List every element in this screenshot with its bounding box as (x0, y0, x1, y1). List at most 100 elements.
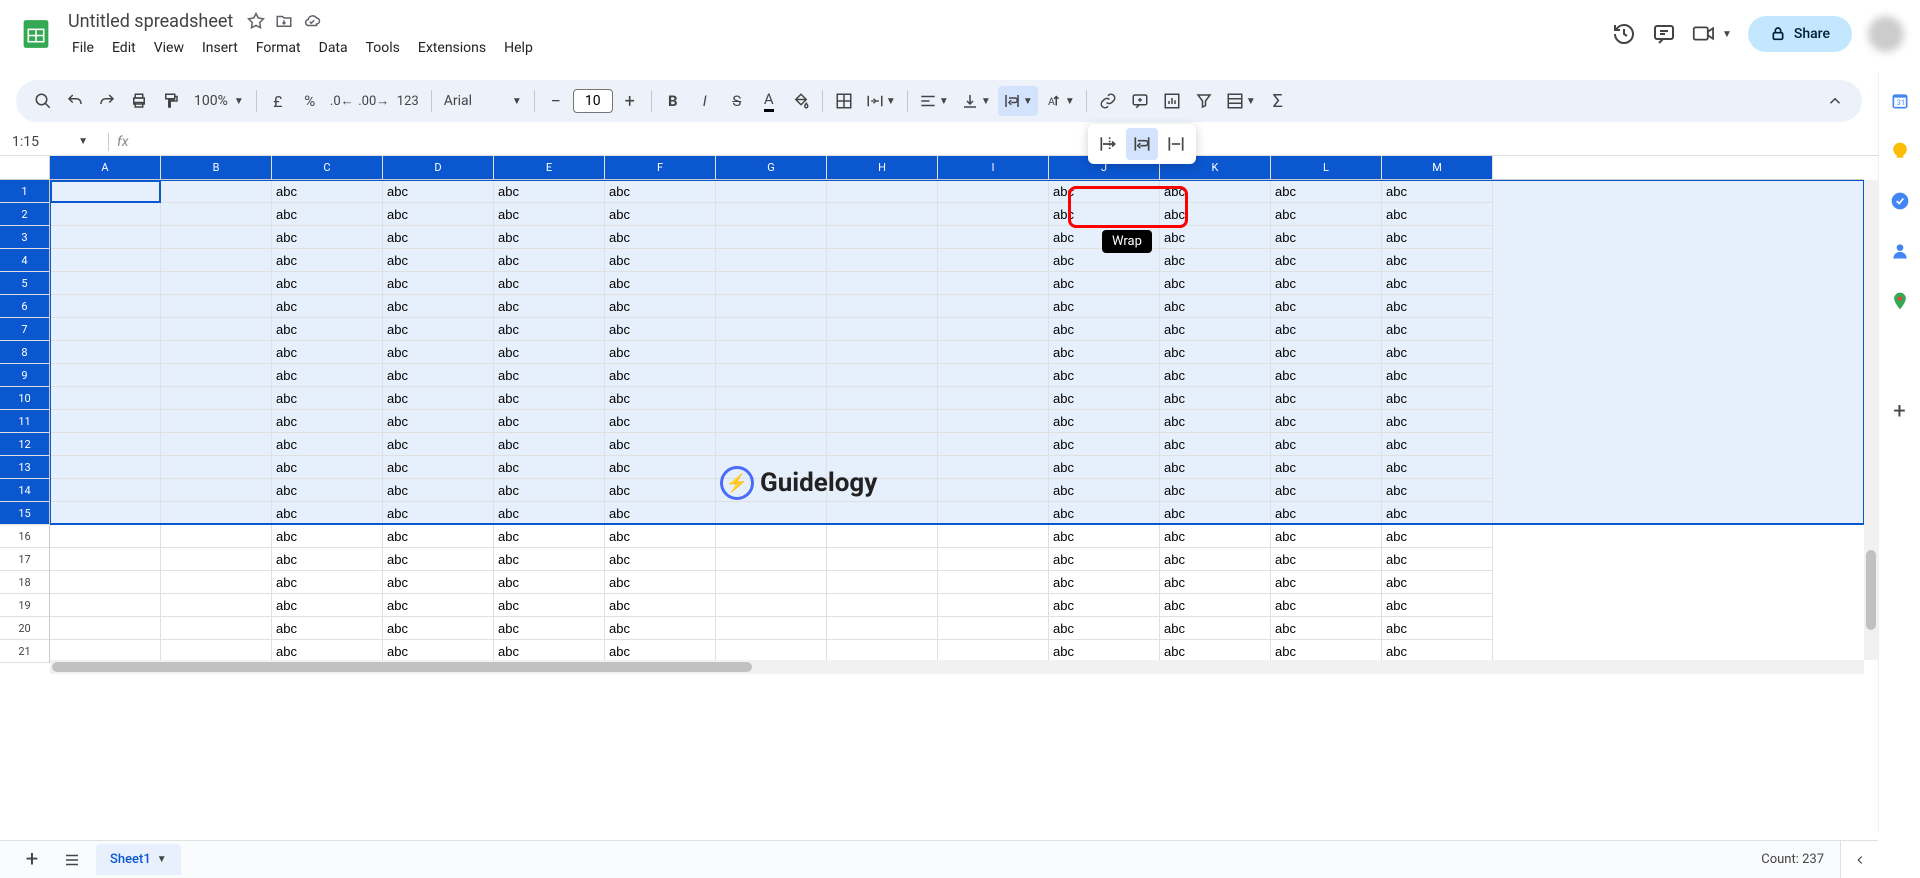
cell[interactable]: abc (383, 341, 494, 364)
cell[interactable] (716, 387, 827, 410)
cell[interactable]: abc (1049, 525, 1160, 548)
cell[interactable]: abc (1382, 502, 1493, 525)
sheet-tab[interactable]: Sheet1▼ (96, 844, 181, 875)
cell[interactable]: abc (1160, 226, 1271, 249)
cell[interactable] (161, 387, 272, 410)
font-size-input[interactable]: 10 (573, 89, 613, 113)
cell[interactable] (827, 502, 938, 525)
cell[interactable]: abc (1271, 433, 1382, 456)
row-header-21[interactable]: 21 (0, 640, 49, 663)
print-icon[interactable] (124, 86, 154, 116)
row-header-14[interactable]: 14 (0, 479, 49, 502)
cell[interactable] (50, 341, 161, 364)
cell[interactable] (161, 249, 272, 272)
cell[interactable]: abc (1049, 640, 1160, 660)
cell[interactable] (716, 295, 827, 318)
cell[interactable]: abc (272, 548, 383, 571)
cell[interactable] (716, 410, 827, 433)
cell[interactable]: abc (1271, 410, 1382, 433)
cell[interactable] (938, 640, 1049, 660)
cell[interactable]: abc (1271, 525, 1382, 548)
cell[interactable]: abc (1160, 456, 1271, 479)
cell[interactable]: abc (1049, 571, 1160, 594)
cell[interactable] (716, 525, 827, 548)
row-header-6[interactable]: 6 (0, 295, 49, 318)
cell[interactable]: abc (1049, 318, 1160, 341)
cell[interactable]: abc (605, 249, 716, 272)
cell[interactable] (50, 295, 161, 318)
cell[interactable] (827, 295, 938, 318)
cell[interactable] (161, 410, 272, 433)
cell[interactable] (827, 341, 938, 364)
cell[interactable]: abc (1160, 341, 1271, 364)
cell[interactable] (716, 226, 827, 249)
cell[interactable]: abc (383, 387, 494, 410)
cell[interactable]: abc (1382, 479, 1493, 502)
cell[interactable] (716, 249, 827, 272)
cell[interactable] (938, 571, 1049, 594)
cell[interactable] (938, 548, 1049, 571)
cell[interactable]: abc (1271, 502, 1382, 525)
cell[interactable]: abc (272, 318, 383, 341)
cell[interactable] (938, 249, 1049, 272)
redo-icon[interactable] (92, 86, 122, 116)
cell[interactable]: abc (1160, 364, 1271, 387)
cell[interactable]: abc (272, 617, 383, 640)
cell[interactable] (50, 640, 161, 660)
cell[interactable] (50, 548, 161, 571)
overflow-option[interactable] (1092, 128, 1124, 160)
cell[interactable] (716, 272, 827, 295)
cell[interactable]: abc (1271, 272, 1382, 295)
cell[interactable] (50, 456, 161, 479)
cell[interactable]: abc (1160, 433, 1271, 456)
cell[interactable]: abc (494, 364, 605, 387)
cell[interactable]: abc (1049, 295, 1160, 318)
cell[interactable] (716, 617, 827, 640)
cell[interactable]: abc (1382, 226, 1493, 249)
cell[interactable] (938, 479, 1049, 502)
cell[interactable]: abc (272, 456, 383, 479)
cell[interactable] (938, 456, 1049, 479)
cell[interactable]: abc (1382, 272, 1493, 295)
cell[interactable] (50, 180, 161, 203)
cell[interactable]: abc (1271, 318, 1382, 341)
row-header-9[interactable]: 9 (0, 364, 49, 387)
cell[interactable] (827, 594, 938, 617)
cell[interactable]: abc (1160, 640, 1271, 660)
cell[interactable]: abc (494, 479, 605, 502)
cell[interactable]: abc (272, 525, 383, 548)
cell[interactable] (827, 318, 938, 341)
cell[interactable]: abc (383, 479, 494, 502)
cell[interactable] (50, 226, 161, 249)
number-format-123[interactable]: 123 (391, 86, 425, 116)
cell[interactable]: abc (1271, 571, 1382, 594)
cell[interactable] (827, 479, 938, 502)
row-header-5[interactable]: 5 (0, 272, 49, 295)
cell[interactable]: abc (1160, 617, 1271, 640)
cell[interactable]: abc (1160, 479, 1271, 502)
cell[interactable]: abc (1382, 433, 1493, 456)
cell[interactable]: abc (494, 272, 605, 295)
text-color-icon[interactable]: A (754, 86, 784, 116)
cell[interactable]: abc (1382, 203, 1493, 226)
cell[interactable]: abc (1049, 594, 1160, 617)
cell[interactable]: abc (494, 249, 605, 272)
keep-icon[interactable] (1889, 140, 1911, 162)
col-header-M[interactable]: M (1382, 156, 1493, 179)
cell[interactable]: abc (1049, 387, 1160, 410)
cell[interactable] (716, 456, 827, 479)
cell[interactable]: abc (1160, 525, 1271, 548)
cell[interactable]: abc (272, 226, 383, 249)
cell[interactable]: abc (1271, 640, 1382, 660)
cell[interactable]: abc (1382, 548, 1493, 571)
cell[interactable]: abc (272, 640, 383, 660)
percent-icon[interactable]: % (295, 86, 325, 116)
row-header-13[interactable]: 13 (0, 456, 49, 479)
cell[interactable] (827, 571, 938, 594)
cell[interactable]: abc (1160, 410, 1271, 433)
cell[interactable]: abc (383, 617, 494, 640)
functions-icon[interactable]: Σ (1263, 86, 1293, 116)
cell[interactable] (161, 617, 272, 640)
bold-icon[interactable]: B (658, 86, 688, 116)
cell[interactable] (716, 341, 827, 364)
